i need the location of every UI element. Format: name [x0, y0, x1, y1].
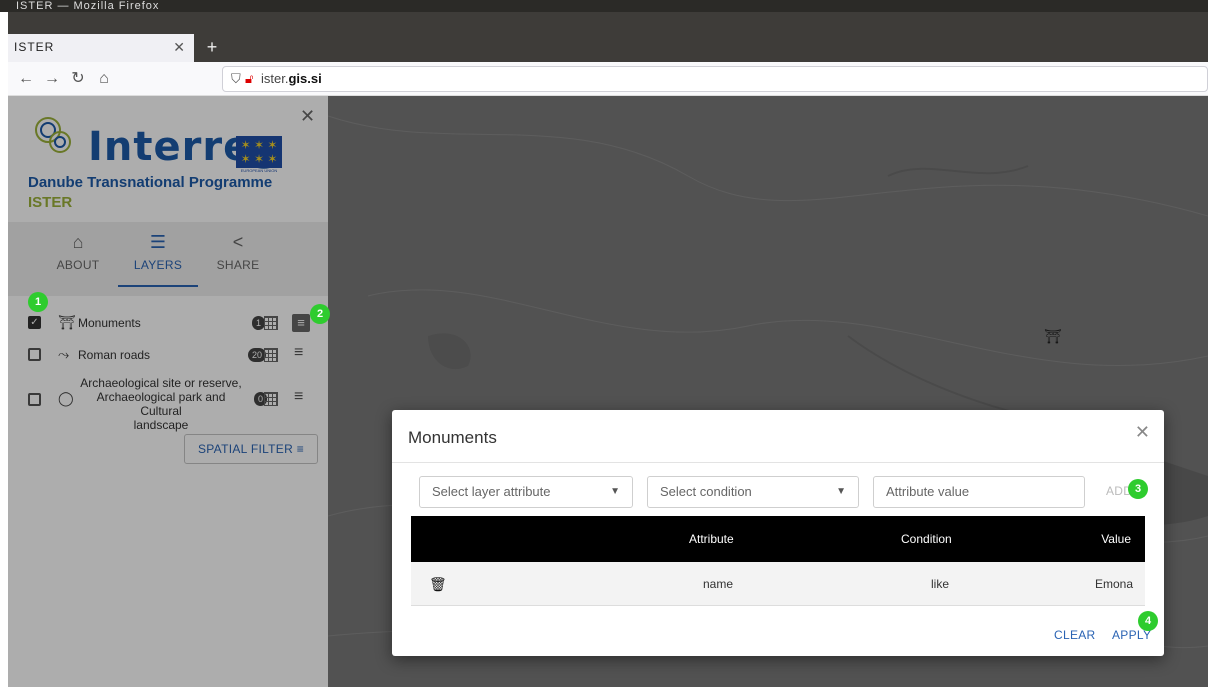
caret-down-icon: ▼	[610, 486, 620, 497]
table-header: Attribute Condition Value	[411, 516, 1145, 562]
tab-strip: ISTER ✕ +	[8, 12, 1208, 62]
dialog-title: Monuments	[408, 428, 497, 447]
condition-select[interactable]: Select condition ▼	[647, 476, 859, 508]
column-header: Value	[1101, 532, 1131, 546]
attribute-value-input[interactable]: Attribute value	[873, 476, 1085, 508]
tab-close-icon[interactable]: ✕	[173, 39, 186, 56]
step-badge-3: 3	[1128, 479, 1148, 499]
step-badge-4: 4	[1138, 611, 1158, 631]
caret-down-icon: ▼	[836, 486, 846, 497]
table-row: 🗑︎ name like Emona	[411, 562, 1145, 606]
tab-title: ISTER	[14, 40, 55, 54]
back-icon[interactable]: ←	[16, 69, 36, 89]
cell-condition: like	[931, 577, 950, 591]
browser-toolbar: ← → ↻ ⌂ ⛉ 🔓︎ ister.gis.si	[8, 62, 1208, 96]
url-text: ister.gis.si	[261, 71, 322, 86]
reload-icon[interactable]: ↻	[68, 69, 88, 89]
shield-icon[interactable]: ⛉	[231, 67, 241, 91]
column-header: Attribute	[689, 532, 734, 546]
step-badge-1: 1	[28, 292, 48, 312]
cell-value: Emona	[1094, 577, 1133, 591]
divider	[392, 462, 1164, 463]
cell-attribute: name	[703, 577, 734, 591]
filter-dialog: Monuments ✕ Select layer attribute ▼ Sel…	[392, 410, 1164, 656]
browser-tab[interactable]: ISTER ✕	[8, 34, 194, 62]
window-title: ISTER — Mozilla Firefox	[0, 0, 1208, 12]
new-tab-button[interactable]: +	[202, 34, 222, 60]
home-icon[interactable]: ⌂	[94, 69, 114, 89]
page-content: ⛩ ✕ Interreg ✶ ✶ ✶ ✶ ✶ ✶ EUROPEAN UNION D…	[8, 96, 1208, 687]
attribute-select[interactable]: Select layer attribute ▼	[419, 476, 633, 508]
close-icon[interactable]: ✕	[1135, 422, 1150, 443]
forward-icon[interactable]: →	[42, 69, 62, 89]
step-badge-2: 2	[310, 304, 330, 324]
clear-button[interactable]: CLEAR	[1054, 628, 1096, 642]
trash-icon[interactable]: 🗑︎	[429, 562, 447, 606]
column-header: Condition	[901, 532, 952, 546]
insecure-lock-icon[interactable]: 🔓︎	[245, 67, 253, 91]
url-bar[interactable]: ⛉ 🔓︎ ister.gis.si	[222, 66, 1208, 92]
